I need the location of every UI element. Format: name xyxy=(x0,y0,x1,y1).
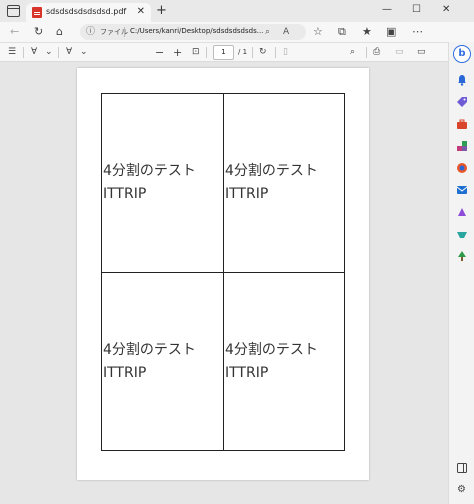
url-text: C:/Users/kanri/Desktop/sdsdsdsdsds... xyxy=(130,27,264,35)
highlight-icon[interactable]: ∀ xyxy=(31,45,37,60)
office-icon[interactable] xyxy=(455,162,468,174)
address-input[interactable]: ⓘ ファイル C:/Users/kanri/Desktop/sdsdsdsdsd… xyxy=(80,24,306,40)
print-icon[interactable]: ⎙ xyxy=(373,45,380,60)
tab-close-icon[interactable]: ✕ xyxy=(137,5,145,19)
draw-dropdown-icon[interactable]: ⌄ xyxy=(80,45,88,60)
minimize-button[interactable]: — xyxy=(382,2,392,18)
site-info-icon[interactable]: ⓘ xyxy=(86,25,95,39)
save-as-icon[interactable]: ▭ xyxy=(417,45,426,60)
pdf-file-icon xyxy=(32,7,42,18)
favorites-icon[interactable]: ★ xyxy=(362,24,372,40)
collections-icon[interactable]: ▣ xyxy=(386,24,396,40)
four-panel-grid: 4分割のテスト ITTRIP 4分割のテスト ITTRIP 4分割のテスト IT… xyxy=(101,93,345,451)
tab-actions-icon[interactable] xyxy=(7,5,20,17)
highlight-dropdown-icon[interactable]: ⌄ xyxy=(45,45,53,60)
toolbar-divider xyxy=(58,47,59,58)
draw-icon[interactable]: ∀ xyxy=(66,45,72,60)
pdf-page: 4分割のテスト ITTRIP 4分割のテスト ITTRIP 4分割のテスト IT… xyxy=(77,68,369,480)
title-bar: sdsdsdsdsdsdsd.pdf ✕ + — ☐ ✕ xyxy=(0,0,474,22)
tab-pdf[interactable]: sdsdsdsdsdsdsd.pdf ✕ xyxy=(26,3,151,22)
cell-line2: ITTRIP xyxy=(225,186,269,202)
toolbar-divider xyxy=(206,47,207,58)
home-button[interactable]: ⌂ xyxy=(56,24,63,40)
bell-icon[interactable] xyxy=(455,74,468,86)
split-screen-icon[interactable]: ⧉ xyxy=(338,24,346,40)
url-divider xyxy=(124,27,125,37)
toolbar-divider xyxy=(252,47,253,58)
zoom-out-button[interactable]: − xyxy=(155,45,164,60)
cell-top-right: 4分割のテスト ITTRIP xyxy=(224,94,345,272)
outlook-icon[interactable] xyxy=(455,184,468,196)
cell-line2: ITTRIP xyxy=(225,365,269,381)
tab-title: sdsdsdsdsdsdsd.pdf xyxy=(46,7,127,16)
rotate-icon[interactable]: ↻ xyxy=(259,45,267,60)
edge-sidebar: b ⚙ xyxy=(448,42,474,504)
favorite-star-icon[interactable]: ☆ xyxy=(313,24,323,40)
shopping-tag-icon[interactable] xyxy=(455,96,468,108)
new-tab-button[interactable]: + xyxy=(156,3,167,18)
cell-line2: ITTRIP xyxy=(103,365,147,381)
cell-line1: 4分割のテスト xyxy=(103,342,196,358)
search-icon[interactable]: ⌕ xyxy=(350,45,355,60)
tree-icon[interactable] xyxy=(455,250,468,262)
save-icon[interactable]: ▭ xyxy=(395,45,404,60)
cell-line1: 4分割のテスト xyxy=(225,163,318,179)
drop-icon[interactable] xyxy=(455,228,468,240)
cell-line1: 4分割のテスト xyxy=(103,163,196,179)
address-bar-row: ← ↻ ⌂ ⓘ ファイル C:/Users/kanri/Desktop/sdsd… xyxy=(0,22,474,42)
fit-page-icon[interactable]: ⊡ xyxy=(192,45,200,60)
cell-line1: 4分割のテスト xyxy=(225,342,318,358)
page-number-input[interactable]: 1 xyxy=(213,45,234,60)
designer-icon[interactable] xyxy=(455,206,468,218)
more-menu-icon[interactable]: ⋯ xyxy=(412,24,423,40)
maximize-button[interactable]: ☐ xyxy=(412,2,421,18)
sidebar-hide-icon[interactable] xyxy=(455,462,468,474)
cell-bottom-right: 4分割のテスト ITTRIP xyxy=(224,273,345,451)
pdf-toolbar: ☰ ∀ ⌄ ∀ ⌄ − + ⊡ 1 / 1 ↻ ▯ ⌕ ⎙ ▭ ▭ xyxy=(0,42,448,62)
toolbar-divider xyxy=(23,47,24,58)
bing-chat-icon[interactable]: b xyxy=(453,45,471,63)
page-total-label: / 1 xyxy=(238,48,248,56)
two-page-view-icon[interactable]: ▯ xyxy=(283,45,288,60)
cell-bottom-left: 4分割のテスト ITTRIP xyxy=(102,273,223,451)
contents-icon[interactable]: ☰ xyxy=(8,45,16,60)
back-button[interactable]: ← xyxy=(10,24,19,40)
zoom-in-button[interactable]: + xyxy=(173,45,182,60)
toolbar-divider xyxy=(275,47,276,58)
read-aloud-icon[interactable]: A xyxy=(283,25,289,39)
toolbox-icon[interactable] xyxy=(455,118,468,130)
close-window-button[interactable]: ✕ xyxy=(442,2,450,18)
zoom-icon[interactable]: ⌕ xyxy=(265,25,270,39)
refresh-button[interactable]: ↻ xyxy=(34,24,43,40)
pdf-viewer[interactable]: 4分割のテスト ITTRIP 4分割のテスト ITTRIP 4分割のテスト IT… xyxy=(0,62,448,504)
cell-line2: ITTRIP xyxy=(103,186,147,202)
cell-top-left: 4分割のテスト ITTRIP xyxy=(102,94,223,272)
sidebar-settings-icon[interactable]: ⚙ xyxy=(455,484,468,496)
toolbar-divider xyxy=(366,47,367,58)
games-icon[interactable] xyxy=(455,140,468,152)
